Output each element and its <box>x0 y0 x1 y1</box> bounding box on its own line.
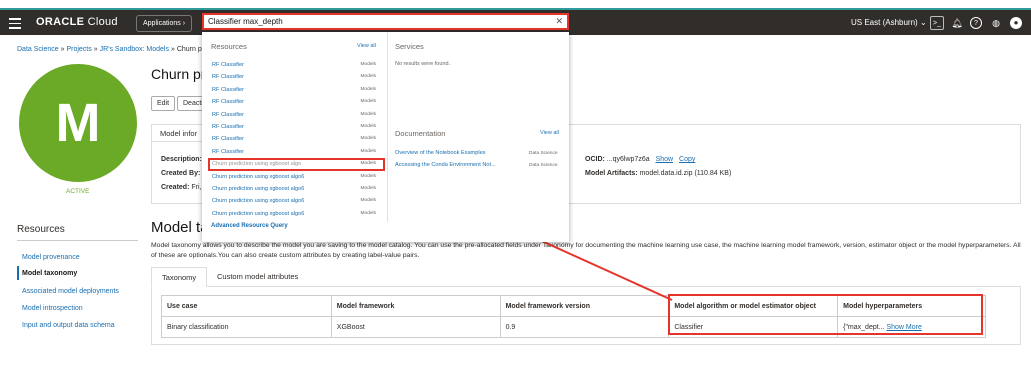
doc-result-item[interactable]: Accessing the Conda Environment Not... <box>395 162 496 168</box>
result-name: RF Classifier <box>212 136 245 143</box>
result-type: Models <box>360 148 376 154</box>
result-type: Models <box>360 74 376 80</box>
result-type: Models <box>360 111 376 117</box>
search-result-item[interactable]: RF Classifier Models <box>211 85 379 97</box>
result-name: RF Classifier <box>212 62 245 68</box>
search-result-item[interactable]: Churn prediction using xgboost algo6 Mode… <box>211 196 379 208</box>
result-name: RF Classifier <box>212 148 245 155</box>
doc-result-type: Data Science <box>529 151 558 156</box>
search-result-item[interactable]: Churn prediction using xgboost algo6 Mode… <box>211 209 379 221</box>
result-type: Models <box>360 124 376 129</box>
search-result-item[interactable]: RF Classifier Models <box>211 60 379 72</box>
advanced-resource-query-link[interactable]: Advanced Resource Query <box>211 223 288 229</box>
result-type: Models <box>360 99 376 105</box>
result-type: Models <box>360 62 376 67</box>
result-type: Models <box>360 186 376 191</box>
search-result-item[interactable]: RF Classifier Models <box>211 147 379 159</box>
result-name: RF Classifier <box>212 124 245 130</box>
documentation-view-all-link[interactable]: View all <box>540 130 559 136</box>
result-name: Churn prediction using xgboost algo6 <box>212 186 305 192</box>
divider <box>387 32 388 222</box>
search-result-item[interactable]: RF Classifier Models <box>211 134 379 146</box>
search-result-item[interactable]: Churn prediction using xgboost algo6 Mode… <box>211 172 379 184</box>
resources-view-all-link[interactable]: View all <box>357 43 376 49</box>
result-name: RF Classifier <box>212 111 245 118</box>
result-name: Churn prediction using xgboost algo6 <box>212 198 305 205</box>
doc-result-item[interactable]: Overview of the Notebook Examples <box>395 150 485 156</box>
services-heading: Services <box>395 42 424 51</box>
result-type: Models <box>360 173 376 179</box>
result-type: Models <box>360 136 376 142</box>
search-result-item[interactable]: RF Classifier Models <box>211 72 379 84</box>
result-name: Churn prediction using xgboost algo6 <box>212 173 305 180</box>
search-result-item[interactable]: RF Classifier Models <box>211 122 379 134</box>
services-empty-message: No results were found. <box>395 61 451 67</box>
result-name: Churn prediction using xgboost algo6 <box>212 210 305 217</box>
search-result-item[interactable]: RF Classifier Models <box>211 97 379 109</box>
result-name: RF Classifier <box>212 99 245 106</box>
result-name: RF Classifier <box>212 86 245 93</box>
search-result-item[interactable]: RF Classifier Models <box>211 110 379 122</box>
result-type: Models <box>360 86 376 92</box>
search-result-item[interactable]: Churn prediction using xgboost algo6 Mode… <box>211 184 379 196</box>
result-type: Models <box>360 210 376 216</box>
documentation-heading: Documentation <box>395 129 446 138</box>
highlight-box <box>208 158 385 171</box>
result-type: Models <box>360 198 376 204</box>
result-name: RF Classifier <box>212 74 245 81</box>
resources-results-heading: Resources <box>211 42 247 51</box>
search-results-dropdown: Resources View all RF Classifier Models RF… <box>202 32 569 242</box>
doc-result-type: Data Science <box>529 163 558 168</box>
